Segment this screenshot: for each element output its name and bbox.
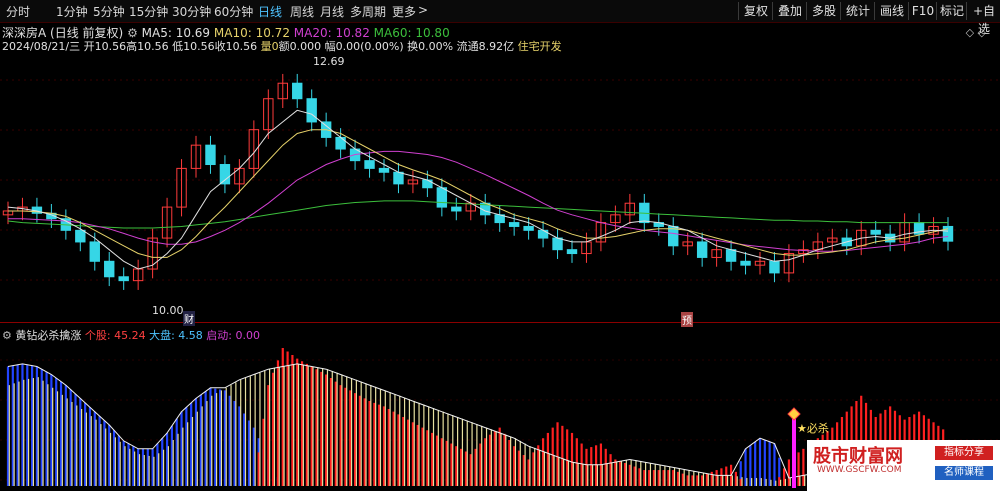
watermark: 股市财富网 WWW.GSCFW.COM 指标分享 名师课程 xyxy=(807,440,1000,491)
panel-divider xyxy=(0,322,1000,323)
start-indicator-value: 启动: 0.00 xyxy=(206,329,260,342)
candle-body xyxy=(508,222,520,227)
candle-body xyxy=(740,260,751,266)
ma20-line xyxy=(8,150,949,252)
high-price-marker: 12.69 xyxy=(313,55,345,68)
candle-body xyxy=(205,144,216,166)
candle-body xyxy=(219,164,231,185)
candle-body xyxy=(335,136,346,150)
candle-body xyxy=(75,229,86,243)
candle-body xyxy=(422,179,433,189)
signal-diamond-icon xyxy=(787,407,801,421)
watermark-tag-course: 名师课程 xyxy=(935,466,993,480)
watermark-tag-share: 指标分享 xyxy=(935,446,993,460)
forecast-tag[interactable]: 预 xyxy=(681,312,693,327)
candle-body xyxy=(451,206,462,212)
kill-signal-label: ★必杀 xyxy=(797,422,829,435)
candle-body xyxy=(436,187,448,208)
stock-indicator-value: 个股: 45.24 xyxy=(84,329,146,342)
candle-body xyxy=(566,249,578,255)
candle-body xyxy=(537,229,549,239)
indicator-legend: ⚙ 黄钻必杀擒涨 个股: 45.24 大盘: 4.58 启动: 0.00 xyxy=(2,327,260,343)
candle-body xyxy=(870,229,881,235)
indicator-name: 黄钻必杀擒涨 xyxy=(15,329,82,342)
candle-body xyxy=(118,276,129,282)
candle-body xyxy=(378,167,390,173)
market-indicator-value: 大盘: 4.58 xyxy=(149,329,203,342)
candle-body xyxy=(364,160,375,169)
candle-body xyxy=(523,225,534,231)
ma5-line xyxy=(7,109,949,270)
candle-body xyxy=(725,249,737,262)
candle-body xyxy=(696,241,708,258)
candle-body xyxy=(393,171,404,185)
candle-body xyxy=(769,260,780,274)
candle-body xyxy=(292,82,303,100)
candle-body xyxy=(552,237,563,251)
low-price-marker: 10.00 xyxy=(152,304,184,317)
candle-body xyxy=(942,225,954,242)
signal-bar xyxy=(792,418,796,488)
kline-chart xyxy=(0,73,1000,488)
watermark-url: WWW.GSCFW.COM xyxy=(817,465,902,475)
ma60-line xyxy=(7,200,948,229)
candle-body xyxy=(89,241,100,262)
candle-body xyxy=(306,98,317,123)
finance-tag[interactable]: 财 xyxy=(183,311,195,326)
candle-body xyxy=(104,260,115,278)
settings-icon[interactable]: ⚙ xyxy=(2,329,12,342)
